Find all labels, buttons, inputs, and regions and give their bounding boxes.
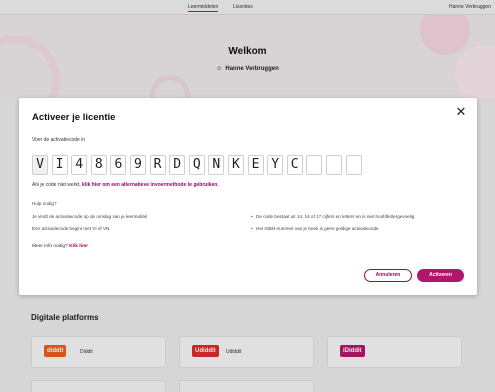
code-char-input[interactable]: 4: [71, 155, 88, 175]
help-tip: Je vindt de activatiecode op de omslag v…: [32, 214, 148, 219]
code-char-input[interactable]: Y: [267, 155, 284, 175]
activate-license-dialog: Activeer je licentie ✕ Voer de activatie…: [19, 98, 477, 295]
code-char-input[interactable]: N: [208, 155, 225, 175]
code-char-input[interactable]: E: [247, 155, 264, 175]
code-char-input[interactable]: [345, 155, 362, 175]
alternative-input-hint: Als je code niet werkt, klik hier om een…: [32, 182, 219, 188]
close-icon[interactable]: ✕: [455, 105, 467, 118]
activate-button[interactable]: Activeren: [417, 269, 464, 282]
code-char-input[interactable]: K: [227, 155, 244, 175]
code-char-input[interactable]: 6: [110, 155, 127, 175]
more-info: Meer info nodig? Klik hier: [32, 244, 88, 249]
code-char-input[interactable]: Q: [188, 155, 205, 175]
more-info-text: Meer info nodig?: [32, 244, 68, 249]
code-prompt: Voer de activatiecode in: [32, 137, 86, 143]
code-char-input[interactable]: D: [169, 155, 186, 175]
help-tip: Een activatiecode begint met VI of VN: [32, 226, 110, 231]
more-info-link[interactable]: Klik hier: [69, 244, 88, 249]
code-char-input[interactable]: I: [51, 155, 68, 175]
code-char-input[interactable]: R: [149, 155, 166, 175]
code-char-input[interactable]: 9: [129, 155, 146, 175]
code-char-input[interactable]: V: [32, 155, 48, 175]
help-title: Hulp nodig?: [32, 201, 57, 206]
code-char-input[interactable]: [306, 155, 323, 175]
code-char-input[interactable]: 8: [90, 155, 107, 175]
hint-text: Als je code niet werkt,: [32, 182, 81, 188]
code-char-input[interactable]: [325, 155, 342, 175]
help-tip: De code bestaat uit 14, 16 of 17 cijfers…: [251, 214, 414, 219]
dialog-title: Activeer je licentie: [32, 112, 116, 123]
cancel-button[interactable]: Annuleren: [364, 269, 412, 282]
code-char-input[interactable]: C: [286, 155, 303, 175]
help-tip: Het ISBN-nummer van je boek is geen geld…: [251, 226, 379, 231]
alternative-input-link[interactable]: klik hier om een alternatieve invoermeth…: [82, 182, 219, 188]
activation-code-input: V I 4 8 6 9 R D Q N K E Y C: [32, 155, 365, 175]
